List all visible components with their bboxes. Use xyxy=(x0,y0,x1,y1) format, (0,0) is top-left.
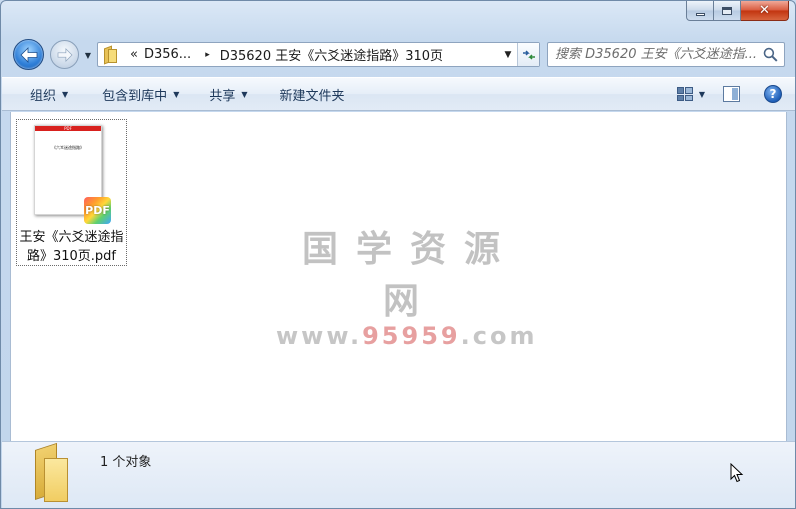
share-label: 共享 xyxy=(209,88,236,104)
forward-button[interactable] xyxy=(50,40,79,69)
refresh-button[interactable] xyxy=(517,43,539,66)
new-folder-button[interactable]: 新建文件夹 xyxy=(272,81,353,107)
help-icon[interactable]: ? xyxy=(764,85,782,103)
item-count: 1 个对象 xyxy=(100,455,152,470)
back-button[interactable] xyxy=(13,39,44,70)
breadcrumb-current[interactable]: D35620 王安《六爻迷途指路》310页 xyxy=(220,45,443,64)
new-folder-label: 新建文件夹 xyxy=(279,88,345,104)
watermark-url-prefix: www. xyxy=(276,322,363,350)
include-in-library-menu[interactable]: 包含到库中 ▼ xyxy=(94,81,187,107)
file-name[interactable]: 王安《六爻迷途指路》310页.pdf xyxy=(17,228,126,266)
watermark: 国学资源网 www.95959.com xyxy=(276,220,534,350)
organize-label: 组织 xyxy=(30,88,57,104)
organize-menu[interactable]: 组织 ▼ xyxy=(22,81,76,107)
watermark-title: 国学资源网 xyxy=(301,229,518,322)
explorer-window: ✕ ▼ « D356... ▸ D35620 王安《六爻迷途指路》310页 ▼ xyxy=(0,0,796,509)
view-options-dropdown[interactable]: ▼ xyxy=(699,90,705,99)
caption-buttons: ✕ xyxy=(686,1,789,21)
chevron-down-icon: ▼ xyxy=(173,89,180,99)
watermark-url-suffix: .com xyxy=(460,322,538,350)
breadcrumb-parent[interactable]: D356... xyxy=(144,47,191,62)
close-icon: ✕ xyxy=(759,3,770,18)
folder-icon xyxy=(32,442,78,502)
file-item-pdf[interactable]: PDF 《六爻迷途指路》 PDF 王安《六爻迷途指路》310页.pdf xyxy=(16,119,127,266)
address-dropdown[interactable]: ▼ xyxy=(499,50,517,60)
share-menu[interactable]: 共享 ▼ xyxy=(201,81,255,107)
minimize-icon xyxy=(695,12,705,16)
details-pane: 1 个对象 xyxy=(2,441,795,508)
view-controls: ▼ ? xyxy=(676,85,782,103)
watermark-url-highlight: 95959 xyxy=(362,322,461,350)
pdf-file-icon: PDF xyxy=(84,197,111,224)
search-icon[interactable] xyxy=(762,46,780,64)
breadcrumb-separator[interactable]: ▸ xyxy=(205,50,210,60)
maximize-button[interactable] xyxy=(714,1,741,21)
recent-pages-dropdown[interactable]: ▼ xyxy=(83,50,93,60)
refresh-icon xyxy=(522,49,535,60)
mouse-cursor-icon xyxy=(730,463,744,483)
chevron-down-icon: ▼ xyxy=(62,89,69,99)
folder-icon xyxy=(102,45,120,64)
forward-arrow-icon xyxy=(57,47,72,62)
search-box[interactable] xyxy=(547,42,785,67)
minimize-button[interactable] xyxy=(686,1,714,21)
close-button[interactable]: ✕ xyxy=(741,1,789,21)
file-list-area[interactable]: PDF 《六爻迷途指路》 PDF 王安《六爻迷途指路》310页.pdf 国学资源… xyxy=(10,112,787,441)
back-arrow-icon xyxy=(19,46,37,63)
change-view-icon[interactable] xyxy=(676,87,693,101)
breadcrumb-overflow[interactable]: « xyxy=(130,47,138,62)
thumbnail-title: 《六爻迷途指路》 xyxy=(52,145,84,150)
include-in-library-label: 包含到库中 xyxy=(102,88,168,104)
watermark-url: www.95959.com xyxy=(276,322,534,350)
chevron-down-icon: ▼ xyxy=(241,89,248,99)
preview-pane-icon[interactable] xyxy=(723,86,740,102)
command-bar: 组织 ▼ 包含到库中 ▼ 共享 ▼ 新建文件夹 ▼ ? xyxy=(2,77,795,111)
address-bar[interactable]: « D356... ▸ D35620 王安《六爻迷途指路》310页 ▼ xyxy=(97,42,540,67)
maximize-icon xyxy=(722,6,732,15)
search-input[interactable] xyxy=(555,47,763,62)
thumbnail-header: PDF xyxy=(35,126,101,131)
